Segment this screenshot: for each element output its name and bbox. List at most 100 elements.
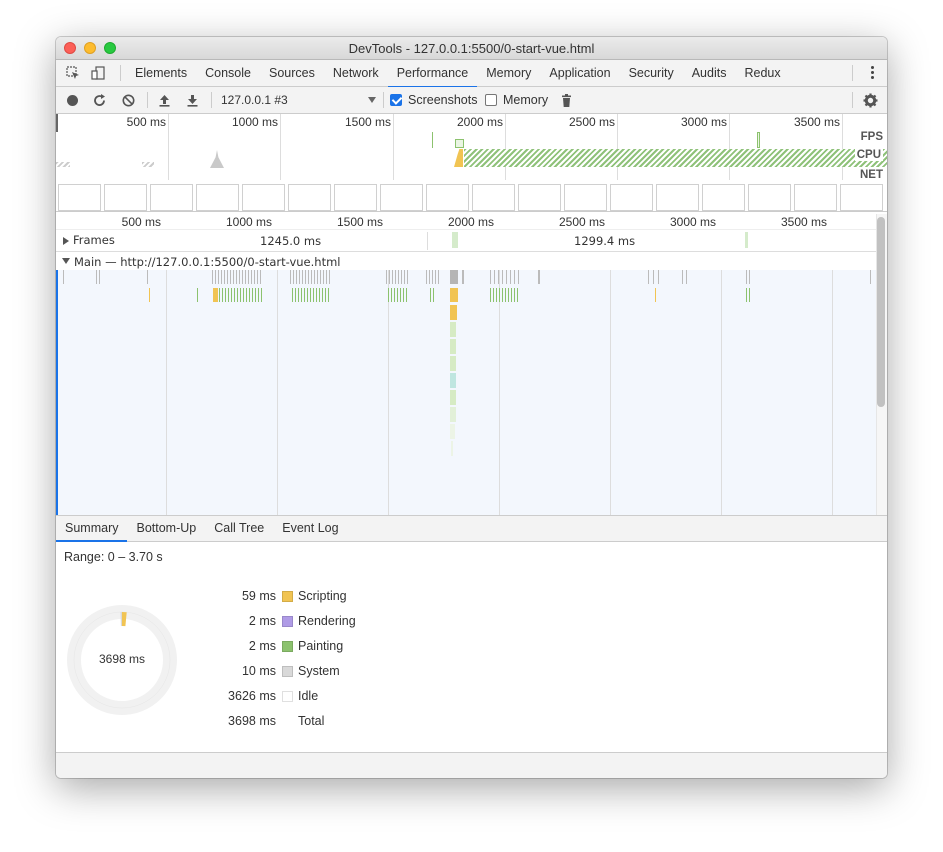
scripting-block[interactable] <box>149 288 150 302</box>
tab-event-log[interactable]: Event Log <box>273 516 347 541</box>
screenshot-thumbnail[interactable] <box>472 184 515 211</box>
task-block[interactable] <box>538 270 540 284</box>
close-window-button[interactable] <box>64 42 76 54</box>
tab-elements[interactable]: Elements <box>126 60 196 87</box>
flame-chart[interactable]: 500 ms 1000 ms 1500 ms 2000 ms 2500 ms 3… <box>56 214 887 517</box>
tab-security[interactable]: Security <box>620 60 683 87</box>
task-block[interactable] <box>290 270 332 284</box>
collapse-arrow-icon[interactable] <box>62 258 70 264</box>
scripting-block[interactable] <box>213 288 218 302</box>
screenshot-thumbnail[interactable] <box>242 184 285 211</box>
task-block[interactable] <box>426 270 440 284</box>
frame-block[interactable] <box>745 232 748 248</box>
function-call-block[interactable] <box>450 373 456 388</box>
task-block[interactable] <box>63 270 64 284</box>
painting-block[interactable] <box>197 288 198 302</box>
timeline-overview[interactable]: 500 ms 1000 ms 1500 ms 2000 ms 2500 ms 3… <box>56 114 887 212</box>
maximize-window-button[interactable] <box>104 42 116 54</box>
more-options-icon[interactable] <box>871 66 875 80</box>
tab-audits[interactable]: Audits <box>683 60 736 87</box>
screenshot-thumbnail[interactable] <box>380 184 423 211</box>
screenshot-thumbnail[interactable] <box>150 184 193 211</box>
trash-icon[interactable] <box>559 93 574 108</box>
screenshot-thumbnail[interactable] <box>288 184 331 211</box>
record-icon[interactable] <box>65 93 80 108</box>
minimize-window-button[interactable] <box>84 42 96 54</box>
task-block[interactable] <box>147 270 148 284</box>
screenshot-thumbnail[interactable] <box>334 184 377 211</box>
flame-ruler-label: 1000 ms <box>225 215 272 229</box>
painting-block[interactable] <box>219 288 262 302</box>
function-call-block[interactable] <box>450 356 456 371</box>
function-call-block[interactable] <box>450 390 456 405</box>
task-block[interactable] <box>746 270 752 284</box>
painting-block[interactable] <box>430 288 436 302</box>
tab-performance[interactable]: Performance <box>387 60 478 88</box>
tab-bottom-up[interactable]: Bottom-Up <box>127 516 205 541</box>
devtools-window: DevTools - 127.0.0.1:5500/0-start-vue.ht… <box>56 37 887 778</box>
target-select-value: 127.0.0.1 #3 <box>221 93 288 107</box>
screenshot-thumbnail[interactable] <box>564 184 607 211</box>
gear-icon[interactable] <box>863 93 878 108</box>
task-block[interactable] <box>682 270 688 284</box>
function-call-block[interactable] <box>450 339 456 354</box>
target-select[interactable]: 127.0.0.1 #3 <box>221 92 376 109</box>
screenshot-filmstrip[interactable] <box>56 182 887 212</box>
frame-block[interactable] <box>452 232 458 248</box>
task-block[interactable] <box>96 270 100 284</box>
function-call-block[interactable] <box>451 441 453 456</box>
painting-block[interactable] <box>490 288 518 302</box>
screenshot-thumbnail[interactable] <box>610 184 653 211</box>
tab-memory[interactable]: Memory <box>477 60 540 87</box>
scripting-block[interactable] <box>655 288 656 302</box>
flame-ruler-label: 2500 ms <box>558 215 605 229</box>
memory-checkbox[interactable] <box>485 94 497 106</box>
clear-icon[interactable] <box>121 93 136 108</box>
tab-application[interactable]: Application <box>540 60 619 87</box>
screenshot-thumbnail[interactable] <box>702 184 745 211</box>
screenshot-thumbnail[interactable] <box>196 184 239 211</box>
cpu-idle-hatch <box>56 162 70 167</box>
task-block[interactable] <box>462 270 464 284</box>
frames-track[interactable]: Frames 1245.0 ms 1299.4 ms <box>56 230 876 252</box>
screenshot-thumbnail[interactable] <box>104 184 147 211</box>
tab-redux[interactable]: Redux <box>735 60 789 87</box>
scripting-block[interactable] <box>450 305 457 320</box>
task-block[interactable] <box>212 270 262 284</box>
tab-summary[interactable]: Summary <box>56 516 128 542</box>
painting-block[interactable] <box>388 288 408 302</box>
tab-sources[interactable]: Sources <box>260 60 324 87</box>
screenshot-thumbnail[interactable] <box>518 184 561 211</box>
tab-network[interactable]: Network <box>324 60 388 87</box>
inspect-element-icon[interactable] <box>66 66 80 80</box>
screenshots-checkbox[interactable] <box>390 94 402 106</box>
main-thread-flame[interactable] <box>56 270 876 517</box>
function-call-block[interactable] <box>450 424 455 439</box>
screenshot-thumbnail[interactable] <box>58 184 101 211</box>
tab-console[interactable]: Console <box>196 60 260 87</box>
painting-block[interactable] <box>292 288 330 302</box>
save-profile-icon[interactable] <box>185 93 200 108</box>
screenshot-thumbnail[interactable] <box>748 184 791 211</box>
reload-record-icon[interactable] <box>92 93 107 108</box>
expand-arrow-icon[interactable] <box>63 237 69 245</box>
task-block[interactable] <box>386 270 408 284</box>
scripting-block[interactable] <box>450 288 458 302</box>
function-call-block[interactable] <box>450 322 456 337</box>
device-toolbar-icon[interactable] <box>91 66 105 80</box>
painting-block[interactable] <box>746 288 750 302</box>
task-block[interactable] <box>870 270 871 284</box>
function-call-block[interactable] <box>450 407 456 422</box>
screenshot-thumbnail[interactable] <box>426 184 469 211</box>
screenshot-thumbnail[interactable] <box>840 184 883 211</box>
task-block[interactable] <box>450 270 458 284</box>
task-block[interactable] <box>648 270 662 284</box>
load-profile-icon[interactable] <box>157 93 172 108</box>
screenshot-thumbnail[interactable] <box>794 184 837 211</box>
flame-scrollbar-thumb[interactable] <box>877 217 885 407</box>
task-block[interactable] <box>490 270 520 284</box>
painting-swatch <box>282 641 293 652</box>
tab-call-tree[interactable]: Call Tree <box>205 516 273 541</box>
screenshot-thumbnail[interactable] <box>656 184 699 211</box>
main-thread-header[interactable]: Main — http://127.0.0.1:5500/0-start-vue… <box>56 252 876 270</box>
